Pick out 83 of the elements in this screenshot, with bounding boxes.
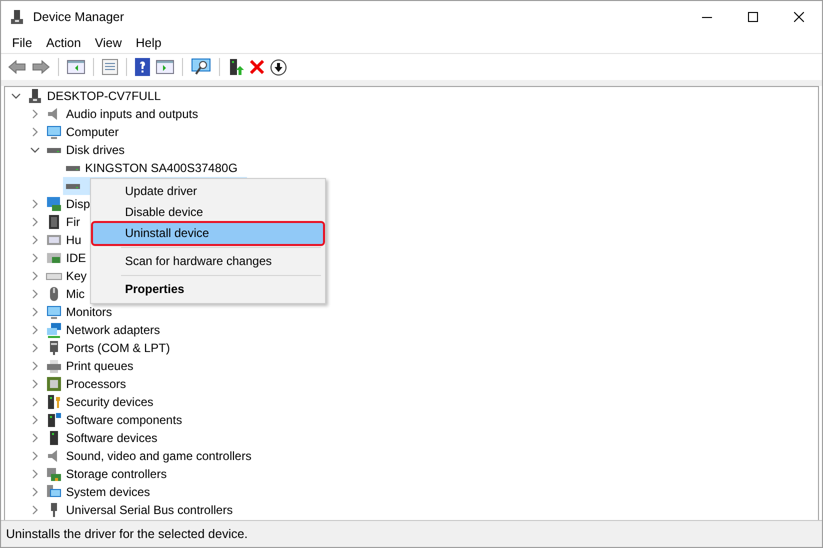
help-icon[interactable] [135,58,150,76]
expand-caret-icon[interactable] [32,289,38,299]
console-tree-icon[interactable] [67,59,85,75]
menu-item[interactable]: File [5,36,40,50]
uninstall-icon[interactable] [250,60,264,74]
expand-caret-icon[interactable] [32,307,38,317]
computer-icon [27,88,43,104]
expand-caret-icon[interactable] [32,253,38,263]
collapse-caret-icon[interactable] [30,147,40,153]
tree-item[interactable]: Hu [44,231,84,249]
tree-item[interactable]: Sound, video and game controllers [44,447,254,465]
forward-arrow-icon[interactable] [32,60,50,74]
tree-item[interactable]: Software devices [44,429,160,447]
monitor-search-icon[interactable] [191,58,211,76]
system-icon [46,484,62,500]
tree-item[interactable]: Processors [44,375,130,393]
expand-caret-icon[interactable] [32,505,38,515]
menu-item[interactable]: Scan for hardware changes [93,251,323,272]
update-driver-icon[interactable] [228,58,244,76]
expand-caret-icon[interactable] [32,235,38,245]
maximize-icon [748,12,758,22]
menu-item[interactable]: Uninstall device [93,223,323,244]
tree-item[interactable]: Mic [44,285,88,303]
storage-controller-icon [46,466,62,482]
tree-item[interactable]: Storage controllers [44,465,170,483]
back-arrow-icon[interactable] [8,60,26,74]
controller-card-icon [46,250,62,266]
expand-caret-icon[interactable] [32,487,38,497]
menu-item[interactable]: Disable device [93,202,323,223]
menu-item[interactable]: Properties [93,279,323,300]
tree-item[interactable]: Network adapters [44,321,164,339]
action-pane-icon[interactable] [156,59,174,75]
chip-icon [46,214,62,230]
tree-item[interactable]: Fir [44,213,83,231]
expand-caret-icon[interactable] [32,469,38,479]
tree-item[interactable]: Monitors [44,303,116,321]
printer-icon [46,358,62,374]
tree-item[interactable]: Ports (COM & LPT) [44,339,174,357]
tree-item[interactable]: Key [44,267,90,285]
properties-icon[interactable] [102,59,118,75]
tree-item[interactable]: Audio inputs and outputs [44,105,202,123]
menu-item[interactable]: Action [39,36,88,50]
expand-caret-icon[interactable] [32,127,38,137]
expand-caret-icon[interactable] [32,361,38,371]
tree-item[interactable]: Software components [44,411,186,429]
processor-icon [46,376,62,392]
tree-item[interactable]: Print queues [44,357,136,375]
expand-caret-icon[interactable] [32,343,38,353]
tree-item[interactable]: Computer [44,123,122,141]
expand-caret-icon[interactable] [32,451,38,461]
tree-item[interactable]: Disk drives [44,141,128,159]
window-title: Device Manager [33,10,124,24]
expand-caret-icon[interactable] [32,415,38,425]
expand-caret-icon[interactable] [32,217,38,227]
tree-item[interactable]: DESKTOP-CV7FULL [25,87,164,105]
tree-item[interactable]: Security devices [44,393,156,411]
expand-caret-icon[interactable] [32,379,38,389]
expand-caret-icon[interactable] [32,433,38,443]
tree-item[interactable]: IDE [44,249,90,267]
menu-item[interactable]: Help [128,36,168,50]
software-component-icon [46,412,62,428]
tree-item[interactable]: Universal Serial Bus controllers [44,501,236,519]
collapse-caret-icon[interactable] [11,93,21,99]
download-icon[interactable] [270,58,287,76]
close-icon [794,12,804,22]
tree-item[interactable]: Disp [44,195,94,213]
security-device-icon [46,394,62,410]
menu-item[interactable]: Update driver [93,181,323,202]
tree-item[interactable]: KINGSTON SA400S37480G [63,159,241,177]
monitor-icon [46,304,62,320]
menu-item[interactable]: View [88,36,129,50]
display-adapter-icon [46,196,62,212]
network-icon [46,322,62,338]
keypad-icon [46,232,62,248]
expand-caret-icon[interactable] [32,109,38,119]
expand-caret-icon[interactable] [32,397,38,407]
status-bar: Uninstalls the driver for the selected device. [1,520,822,547]
expand-caret-icon[interactable] [32,271,38,281]
expand-caret-icon[interactable] [32,199,38,209]
tree-item[interactable]: System devices [44,483,154,501]
expand-caret-icon[interactable] [32,325,38,335]
monitor-icon [46,124,62,140]
app-icon [9,9,25,25]
